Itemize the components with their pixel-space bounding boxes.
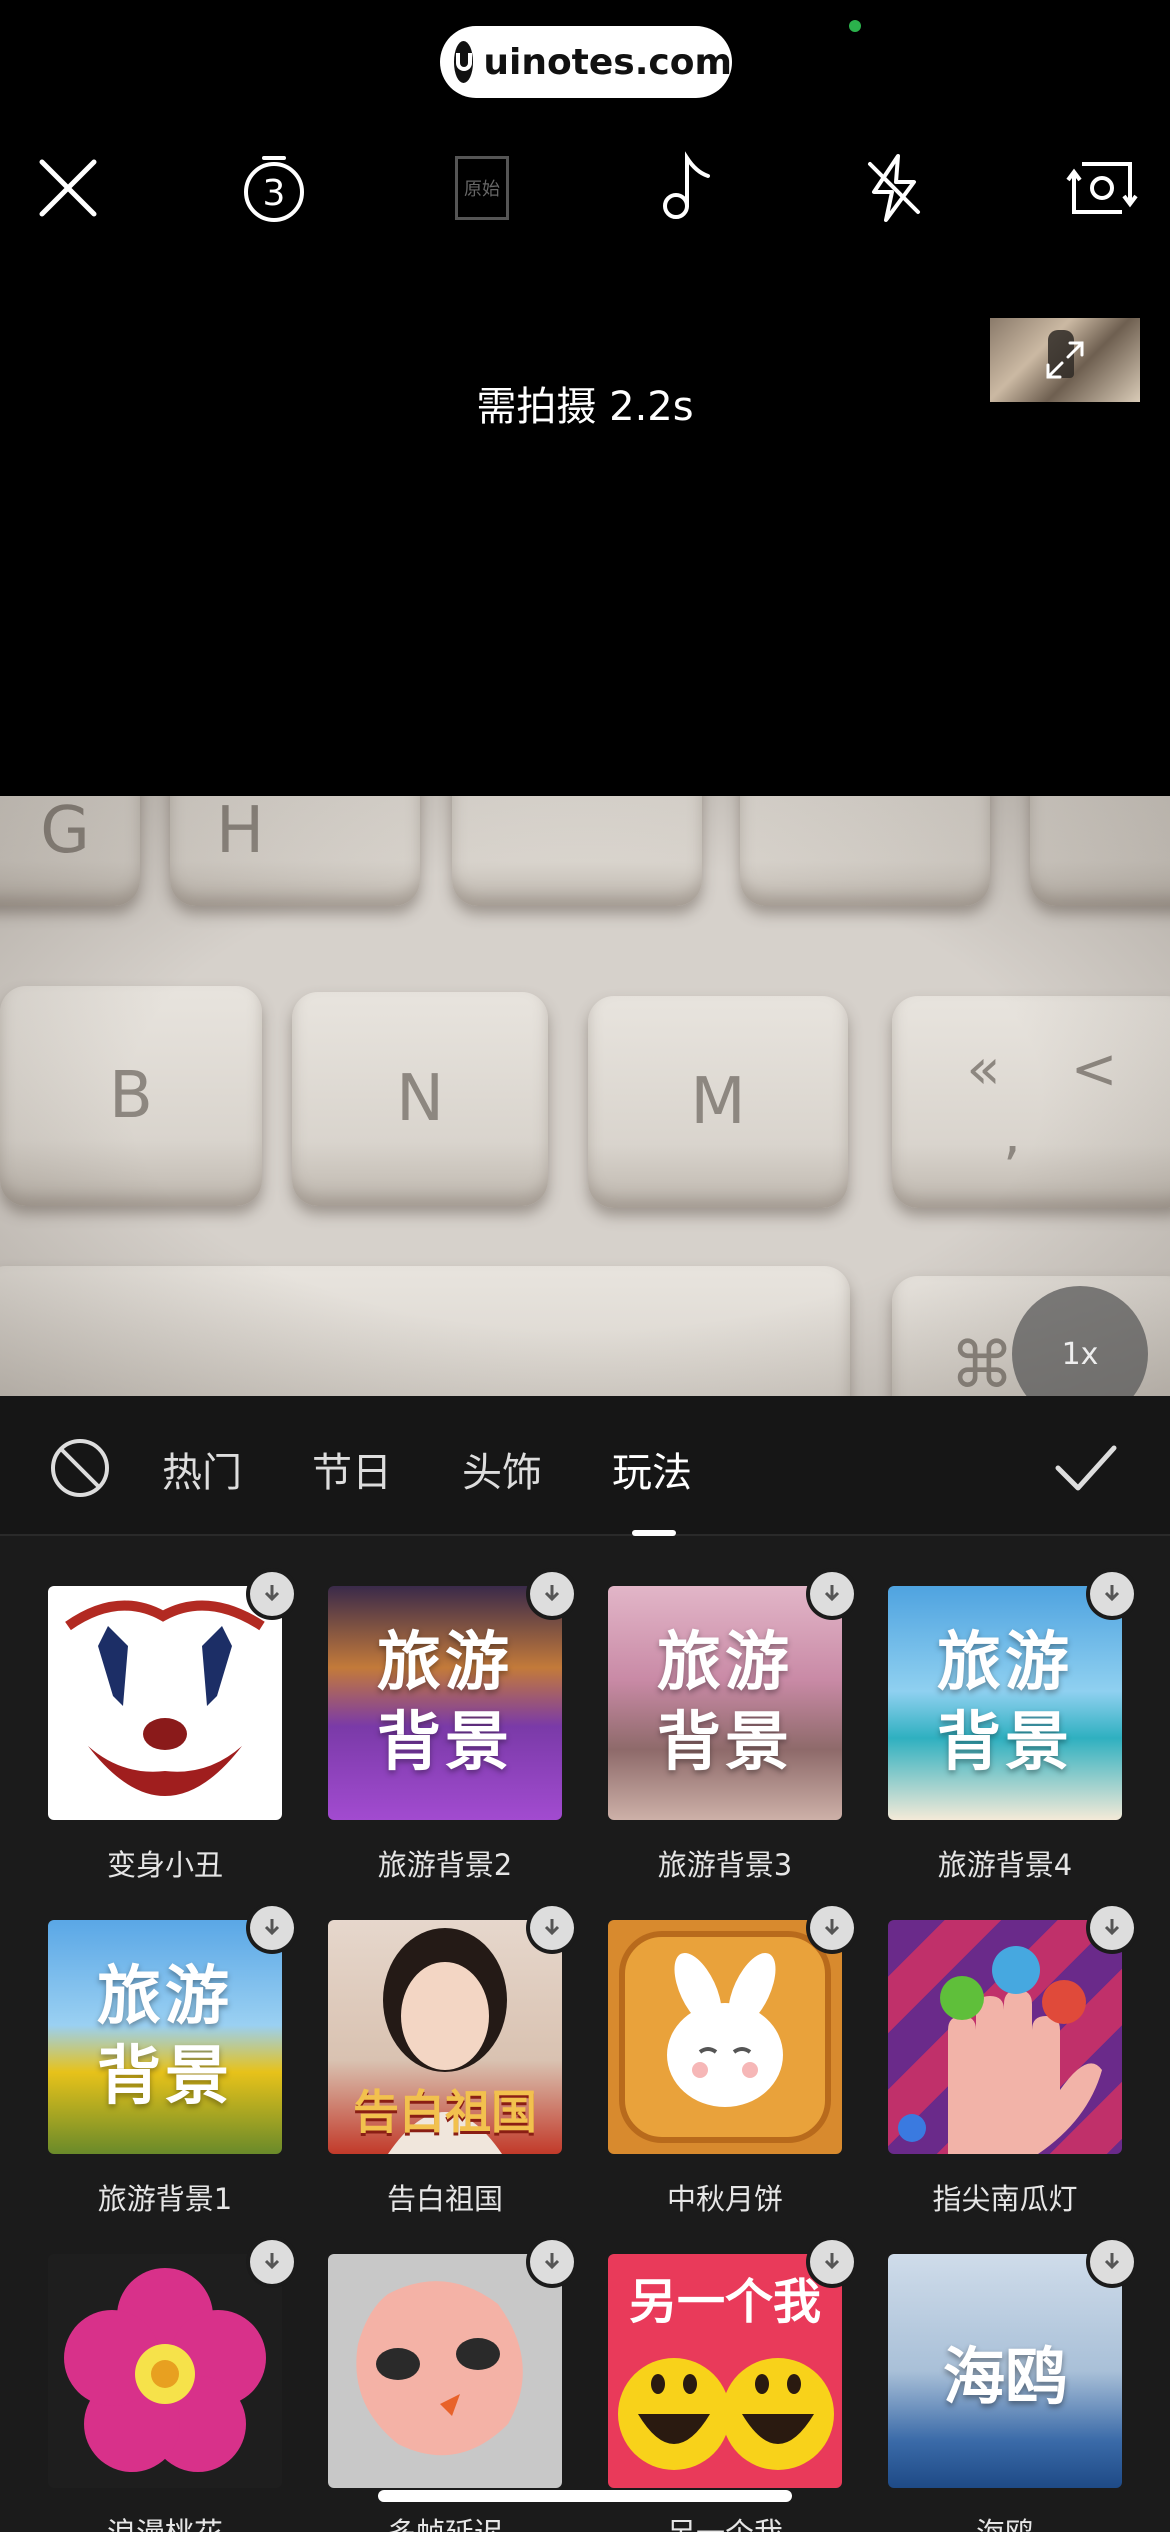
download-icon[interactable]: [1090, 1572, 1134, 1616]
download-icon[interactable]: [250, 2240, 294, 2284]
effect-label: 变身小丑: [106, 1848, 223, 1882]
flash-off-icon: [868, 154, 920, 222]
download-icon[interactable]: [810, 2240, 854, 2284]
effect-item[interactable]: 中秋月饼: [608, 1906, 854, 2220]
flash-button[interactable]: [846, 140, 942, 236]
effects-tab-bar: 热门 节日 头饰 玩法: [0, 1396, 1170, 1536]
effect-item[interactable]: 旅游背景 旅游背景3: [608, 1572, 854, 1886]
effect-label: 中秋月饼: [666, 2182, 783, 2216]
close-icon: [39, 159, 97, 217]
effect-item[interactable]: 浪漫桃花: [48, 2240, 294, 2532]
watermark-text: uinotes.com: [483, 41, 732, 83]
effect-item[interactable]: 旅游背景 旅游背景2: [328, 1572, 574, 1886]
timer-3-icon: 3: [244, 156, 304, 222]
confession-motherland-thumbnail: 告白祖国: [328, 1920, 562, 2154]
effect-label: 另一个我: [588, 2510, 862, 2532]
seagull-thumbnail: 海鸥: [888, 2254, 1122, 2488]
effect-label: 旅游背景4: [937, 1848, 1073, 1882]
music-button[interactable]: [640, 140, 736, 236]
music-note-icon: [663, 151, 710, 219]
camera-preview[interactable]: G H B N M «< , ⌘: [0, 796, 1170, 1396]
no-effect-icon[interactable]: [48, 1436, 112, 1500]
clown-thumbnail: [48, 1586, 282, 1820]
expand-icon: [1046, 341, 1084, 379]
original-ratio-button[interactable]: 原始: [434, 140, 530, 236]
travel-bg-1-thumbnail: 旅游背景: [48, 1920, 282, 2154]
flip-camera-icon: [1066, 162, 1138, 214]
travel-bg-4-thumbnail: 旅游背景: [888, 1586, 1122, 1820]
effect-item[interactable]: 旅游背景 旅游背景1: [48, 1906, 294, 2220]
timer-button[interactable]: 3: [226, 140, 322, 236]
download-icon[interactable]: [810, 1572, 854, 1616]
effect-label: 告白祖国: [386, 2182, 503, 2216]
effect-label: 旅游背景1: [97, 2182, 233, 2216]
effect-label: 旅游背景2: [377, 1848, 513, 1882]
tab-hot[interactable]: 热门: [162, 1440, 242, 1498]
tab-headwear[interactable]: 头饰: [462, 1440, 542, 1498]
download-icon[interactable]: [1090, 2240, 1134, 2284]
flip-camera-button[interactable]: [1054, 140, 1150, 236]
effect-label: 海鸥: [868, 2510, 1142, 2532]
camera-toolbar: 3 原始: [0, 140, 1170, 236]
reference-video-thumbnail[interactable]: [990, 318, 1140, 402]
watermark-logo-icon: [454, 41, 474, 83]
effect-item[interactable]: 海鸥 海鸥: [888, 2240, 1134, 2532]
home-indicator[interactable]: [378, 2490, 792, 2502]
fingertip-pumpkin-thumbnail: [888, 1920, 1122, 2154]
confirm-check-icon[interactable]: [1052, 1438, 1120, 1498]
watermark-badge: uinotes.com: [440, 26, 732, 98]
effect-label: 指尖南瓜灯: [932, 2182, 1078, 2216]
tab-gameplay[interactable]: 玩法: [612, 1440, 692, 1498]
effect-item[interactable]: 告白祖国 告白祖国: [328, 1906, 574, 2220]
mooncake-thumbnail: [608, 1920, 842, 2154]
peach-blossom-thumbnail: [48, 2254, 282, 2488]
timer-value: 3: [263, 173, 286, 214]
active-tab-indicator: [632, 1530, 676, 1536]
download-icon[interactable]: [530, 2240, 574, 2284]
effect-item[interactable]: 变身小丑: [48, 1572, 294, 1886]
travel-bg-2-thumbnail: 旅游背景: [328, 1586, 562, 1820]
close-button[interactable]: [20, 140, 116, 236]
download-icon[interactable]: [810, 1906, 854, 1950]
another-me-thumbnail: 另一个我: [608, 2254, 842, 2488]
effect-label: 浪漫桃花: [28, 2510, 302, 2532]
travel-bg-3-thumbnail: 旅游背景: [608, 1586, 842, 1820]
download-icon[interactable]: [530, 1572, 574, 1616]
effect-label: 多帧延迟: [308, 2510, 582, 2532]
download-icon[interactable]: [530, 1906, 574, 1950]
download-icon[interactable]: [250, 1572, 294, 1616]
download-icon[interactable]: [250, 1906, 294, 1950]
effect-label: 旅游背景3: [657, 1848, 793, 1882]
recording-indicator-dot: [849, 20, 861, 32]
effect-item[interactable]: 指尖南瓜灯: [888, 1906, 1134, 2220]
tab-festival[interactable]: 节日: [312, 1440, 392, 1498]
original-label: 原始: [455, 156, 509, 220]
multi-frame-delay-thumbnail: [328, 2254, 562, 2488]
effect-item[interactable]: 旅游背景 旅游背景4: [888, 1572, 1134, 1886]
download-icon[interactable]: [1090, 1906, 1134, 1950]
